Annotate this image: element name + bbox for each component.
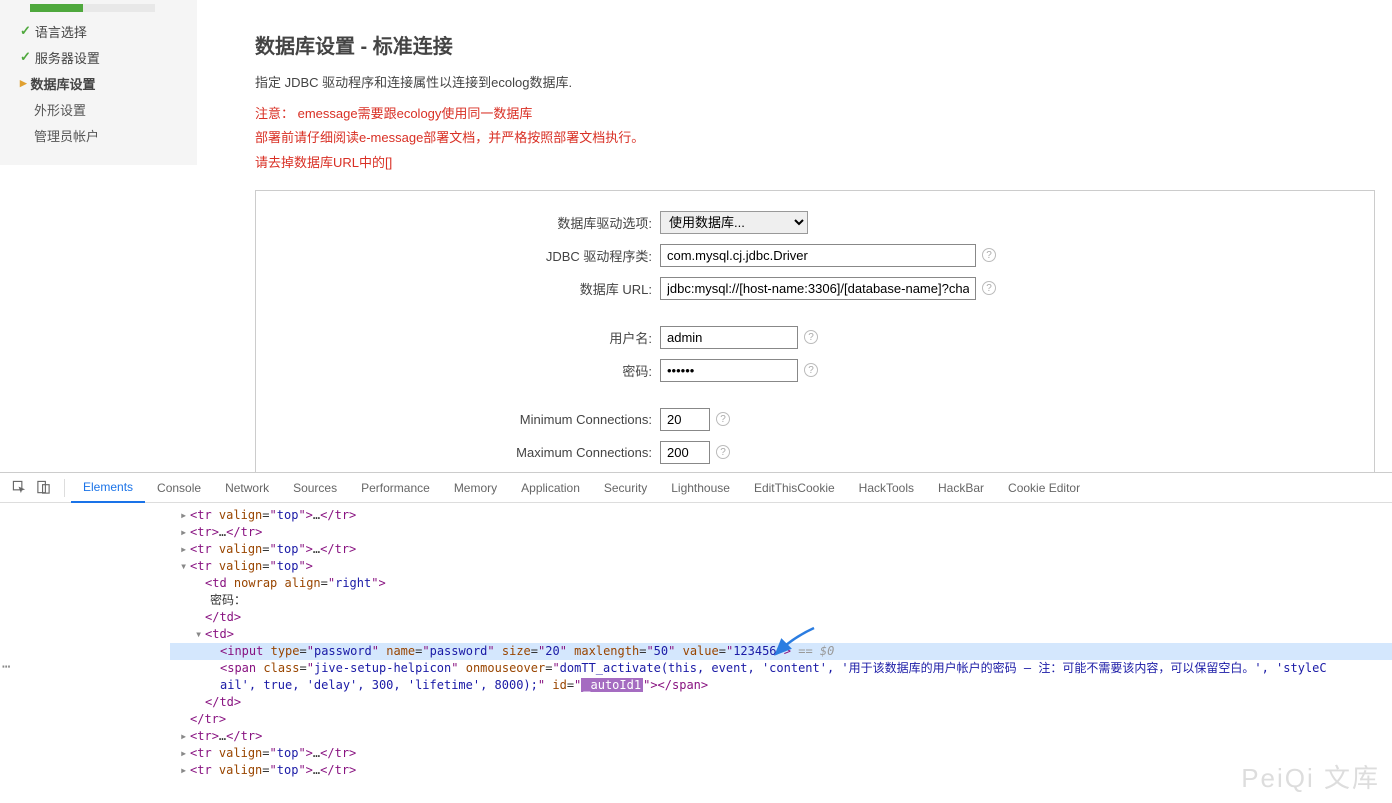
nav-appearance[interactable]: 外形设置 bbox=[0, 96, 197, 122]
warning-3: 请去掉数据库URL中的[] bbox=[255, 151, 1392, 176]
help-icon[interactable]: ? bbox=[982, 248, 996, 262]
devtools-tabbar: Elements Console Network Sources Perform… bbox=[0, 473, 1392, 503]
label-min-conn: Minimum Connections: bbox=[256, 412, 660, 427]
tab-security[interactable]: Security bbox=[592, 473, 659, 503]
nav-label: 服务器设置 bbox=[35, 48, 100, 67]
tree-node[interactable]: </td> bbox=[170, 694, 1392, 711]
tab-hacktools[interactable]: HackTools bbox=[847, 473, 926, 503]
tab-editthiscookie[interactable]: EditThisCookie bbox=[742, 473, 847, 503]
tree-node[interactable]: </tr> bbox=[170, 711, 1392, 728]
tree-node-selected[interactable]: <input type="password" name="password" s… bbox=[170, 643, 1392, 660]
tab-console[interactable]: Console bbox=[145, 473, 213, 503]
tree-node[interactable]: <tr valign="top">…</tr> bbox=[170, 541, 1392, 558]
label-driver-option: 数据库驱动选项: bbox=[256, 213, 660, 232]
nav-label: 外形设置 bbox=[34, 100, 86, 119]
tree-node[interactable]: ail', true, 'delay', 300, 'lifetime', 80… bbox=[170, 677, 1392, 694]
help-icon[interactable]: ? bbox=[716, 412, 730, 426]
input-min-conn[interactable] bbox=[660, 408, 710, 431]
label-max-conn: Maximum Connections: bbox=[256, 445, 660, 460]
input-db-url[interactable] bbox=[660, 277, 976, 300]
tree-node[interactable]: </td> bbox=[170, 609, 1392, 626]
tab-hackbar[interactable]: HackBar bbox=[926, 473, 996, 503]
progress-bar bbox=[0, 0, 197, 18]
elements-tree[interactable]: ⋯ <tr valign="top">…</tr> <tr>…</tr> <tr… bbox=[0, 503, 1392, 803]
overflow-icon[interactable]: ⋯ bbox=[2, 659, 11, 676]
tab-cookieeditor[interactable]: Cookie Editor bbox=[996, 473, 1092, 503]
tab-elements[interactable]: Elements bbox=[71, 473, 145, 503]
help-icon[interactable]: ? bbox=[804, 363, 818, 377]
tab-network[interactable]: Network bbox=[213, 473, 281, 503]
page-desc: 指定 JDBC 驱动程序和连接属性以连接到ecolog数据库. bbox=[255, 73, 1392, 94]
nav-admin[interactable]: 管理员帐户 bbox=[0, 122, 197, 148]
tab-sources[interactable]: Sources bbox=[281, 473, 349, 503]
tree-node[interactable]: <tr>…</tr> bbox=[170, 728, 1392, 745]
tree-node[interactable]: <tr valign="top">…</tr> bbox=[170, 507, 1392, 524]
nav-language[interactable]: 语言选择 bbox=[0, 18, 197, 44]
tab-memory[interactable]: Memory bbox=[442, 473, 509, 503]
tree-node[interactable]: <tr>…</tr> bbox=[170, 524, 1392, 541]
page-title: 数据库设置 - 标准连接 bbox=[255, 30, 1392, 59]
warning-2: 部署前请仔细阅读e-message部署文档，并严格按照部署文档执行。 bbox=[255, 126, 1392, 151]
tree-node[interactable]: <tr valign="top"> bbox=[170, 558, 1392, 575]
tab-performance[interactable]: Performance bbox=[349, 473, 442, 503]
tree-node[interactable]: <td nowrap align="right"> bbox=[170, 575, 1392, 592]
nav-label: 管理员帐户 bbox=[34, 126, 99, 145]
tree-text[interactable]: 密码： bbox=[170, 592, 1392, 609]
tab-lighthouse[interactable]: Lighthouse bbox=[659, 473, 742, 503]
wizard-sidebar: 语言选择 服务器设置 数据库设置 外形设置 管理员帐户 bbox=[0, 0, 197, 165]
main-content: 数据库设置 - 标准连接 指定 JDBC 驱动程序和连接属性以连接到ecolog… bbox=[255, 0, 1392, 472]
devtools-panel: Elements Console Network Sources Perform… bbox=[0, 472, 1392, 803]
tree-node[interactable]: <tr valign="top">…</tr> bbox=[170, 745, 1392, 762]
help-icon[interactable]: ? bbox=[716, 445, 730, 459]
inspect-icon[interactable] bbox=[10, 479, 28, 497]
tab-application[interactable]: Application bbox=[509, 473, 592, 503]
tree-node[interactable]: <tr valign="top">…</tr> bbox=[170, 762, 1392, 779]
nav-server[interactable]: 服务器设置 bbox=[0, 44, 197, 70]
input-username[interactable] bbox=[660, 326, 798, 349]
tree-node[interactable]: <span class="jive-setup-helpicon" onmous… bbox=[170, 660, 1392, 677]
help-icon[interactable]: ? bbox=[804, 330, 818, 344]
nav-label: 数据库设置 bbox=[31, 74, 96, 93]
device-icon[interactable] bbox=[34, 479, 52, 497]
warning-1: 注意： emessage需要跟ecology使用同一数据库 bbox=[255, 102, 1392, 127]
label-db-url: 数据库 URL: bbox=[256, 279, 660, 298]
input-max-conn[interactable] bbox=[660, 441, 710, 464]
db-form: 数据库驱动选项: 使用数据库... JDBC 驱动程序类: ? 数据库 URL:… bbox=[255, 190, 1375, 472]
nav-label: 语言选择 bbox=[35, 22, 87, 41]
label-password: 密码: bbox=[256, 361, 660, 380]
input-driver-class[interactable] bbox=[660, 244, 976, 267]
tree-node[interactable]: <td> bbox=[170, 626, 1392, 643]
label-driver-class: JDBC 驱动程序类: bbox=[256, 246, 660, 265]
label-username: 用户名: bbox=[256, 328, 660, 347]
input-password[interactable] bbox=[660, 359, 798, 382]
help-icon[interactable]: ? bbox=[982, 281, 996, 295]
nav-database[interactable]: 数据库设置 bbox=[0, 70, 197, 96]
select-driver-option[interactable]: 使用数据库... bbox=[660, 211, 808, 234]
